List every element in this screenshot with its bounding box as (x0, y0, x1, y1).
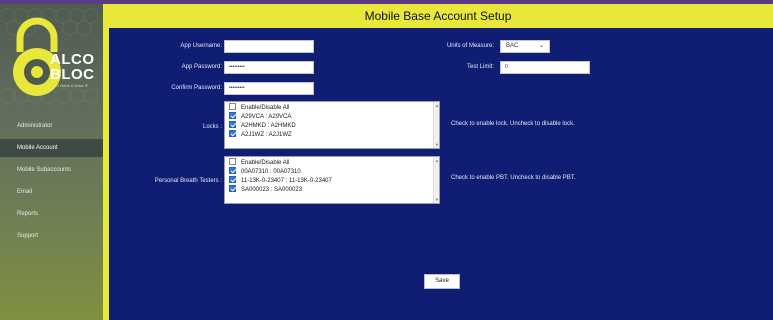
pbt-label: Personal Breath Testers : (154, 178, 222, 184)
checkbox[interactable] (229, 158, 236, 165)
pbt-hint: Check to enable PBT. Uncheck to disable … (451, 175, 576, 181)
chevron-down-icon: ⌄ (538, 43, 544, 49)
pbt-listbox[interactable]: Enable/Disable All 00A07310 : 00A07310 1… (224, 156, 440, 204)
units-select[interactable]: BAC ⌄ (500, 40, 550, 53)
pbt-row[interactable]: 00A07310 : 00A07310 (229, 167, 301, 176)
sidebar-item-email[interactable]: Email (0, 183, 103, 201)
sidebar-item-mobile-account[interactable]: Mobile Account (0, 139, 103, 157)
checkbox[interactable] (229, 167, 236, 174)
sidebar-item-support[interactable]: Support (0, 227, 103, 245)
sidebar-item-reports[interactable]: Reports (0, 205, 103, 223)
scroll-up-icon[interactable]: ▲ (435, 103, 439, 108)
test-limit-label: Test Limit: (466, 64, 494, 70)
scroll-down-icon[interactable]: ▼ (435, 197, 439, 202)
locks-label: Locks : (202, 124, 222, 130)
username-label: App Username: (180, 43, 222, 49)
locks-scrollbar[interactable]: ▲ ▼ (433, 102, 439, 148)
units-value: BAC (506, 43, 519, 49)
brand-tagline: Don't Drink & Drive ® (50, 83, 88, 88)
username-input[interactable] (224, 40, 314, 53)
locks-row[interactable]: Enable/Disable All (229, 103, 289, 112)
sidebar-item-mobile-subaccounts[interactable]: Mobile Subaccounts (0, 161, 103, 179)
locks-row[interactable]: A2HMKD : A2HMKD (229, 121, 296, 130)
checkbox[interactable] (229, 121, 236, 128)
password-label: App Password: (181, 64, 222, 70)
save-button[interactable]: Save (424, 274, 460, 289)
pbt-row[interactable]: SA000023 : SA000023 (229, 185, 302, 194)
confirm-password-input[interactable]: ••••••••• (224, 82, 314, 95)
title-bar: Mobile Base Account Setup (103, 4, 773, 28)
pbt-scrollbar[interactable]: ▲ ▼ (433, 157, 439, 203)
scroll-up-icon[interactable]: ▲ (435, 158, 439, 163)
checkbox[interactable] (229, 112, 236, 119)
checkbox[interactable] (229, 176, 236, 183)
confirm-password-label: Confirm Password: (171, 85, 222, 91)
sidebar-nav: Administrator Mobile Account Mobile Suba… (0, 117, 103, 249)
page-title: Mobile Base Account Setup (364, 9, 512, 23)
scroll-down-icon[interactable]: ▼ (435, 142, 439, 147)
password-input[interactable]: ••••••••• (224, 61, 314, 74)
locks-row[interactable]: A2J1WZ : A2J1WZ (229, 130, 292, 139)
locks-row[interactable]: A29VCA : A29VCA (229, 112, 291, 121)
sidebar: ALCO BLOC Don't Drink & Drive ® Administ… (0, 4, 103, 320)
checkbox[interactable] (229, 185, 236, 192)
units-label: Units of Measure: (446, 43, 494, 49)
brand-line-2: BLOC (50, 66, 95, 83)
checkbox[interactable] (229, 130, 236, 137)
pbt-row[interactable]: 11-13K-0-23407 : 11-13K-0-23407 (229, 176, 332, 185)
test-limit-input[interactable]: 0 (500, 61, 590, 74)
sidebar-item-administrator[interactable]: Administrator (0, 117, 103, 135)
checkbox[interactable] (229, 103, 236, 110)
pbt-row[interactable]: Enable/Disable All (229, 158, 289, 167)
locks-listbox[interactable]: Enable/Disable All A29VCA : A29VCA A2HMK… (224, 101, 440, 149)
locks-hint: Check to enable lock. Uncheck to disable… (451, 121, 575, 127)
